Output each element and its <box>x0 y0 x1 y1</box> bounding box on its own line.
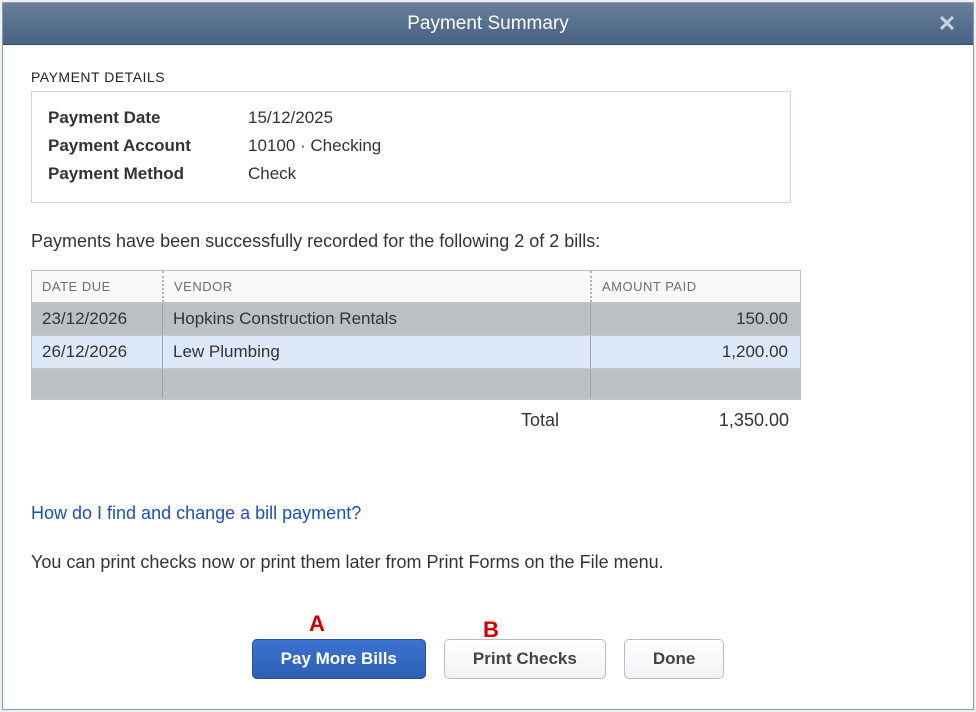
close-icon[interactable]: ✕ <box>937 14 957 34</box>
detail-label: Payment Method <box>48 164 248 184</box>
table-row-empty <box>32 369 800 399</box>
detail-value: 15/12/2025 <box>248 108 333 128</box>
print-checks-button[interactable]: Print Checks <box>444 639 606 679</box>
cell-vendor: Hopkins Construction Rentals <box>162 303 590 335</box>
payments-table: DATE DUE VENDOR AMOUNT PAID 23/12/2026 H… <box>31 270 801 400</box>
annotation-a: A <box>309 611 325 637</box>
cell-date: 26/12/2026 <box>32 336 162 368</box>
detail-value: 10100 · Checking <box>248 136 381 156</box>
cell-amount: 1,200.00 <box>590 336 800 368</box>
col-header-vendor: VENDOR <box>162 271 590 302</box>
window-title: Payment Summary <box>407 13 569 35</box>
help-link[interactable]: How do I find and change a bill payment? <box>31 503 361 524</box>
print-checks-note: You can print checks now or print them l… <box>31 552 945 573</box>
status-message: Payments have been successfully recorded… <box>31 231 945 252</box>
titlebar: Payment Summary ✕ <box>3 3 973 45</box>
detail-row-method: Payment Method Check <box>48 160 774 188</box>
table-row: 26/12/2026 Lew Plumbing 1,200.00 <box>32 336 800 369</box>
detail-row-account: Payment Account 10100 · Checking <box>48 132 774 160</box>
total-line: Total 1,350.00 <box>31 400 801 431</box>
table-header: DATE DUE VENDOR AMOUNT PAID <box>32 271 800 303</box>
button-row: Pay More Bills Print Checks Done <box>3 639 973 679</box>
done-button[interactable]: Done <box>624 639 725 679</box>
detail-row-date: Payment Date 15/12/2025 <box>48 104 774 132</box>
payment-details-label: PAYMENT DETAILS <box>31 69 945 85</box>
dialog-body: PAYMENT DETAILS Payment Date 15/12/2025 … <box>3 45 973 709</box>
detail-label: Payment Account <box>48 136 248 156</box>
pay-more-bills-button[interactable]: Pay More Bills <box>252 639 426 679</box>
total-value: 1,350.00 <box>719 410 789 431</box>
cell-date: 23/12/2026 <box>32 303 162 335</box>
cell-amount: 150.00 <box>590 303 800 335</box>
payment-details-box: Payment Date 15/12/2025 Payment Account … <box>31 91 791 203</box>
detail-value: Check <box>248 164 296 184</box>
cell-vendor: Lew Plumbing <box>162 336 590 368</box>
col-header-amount: AMOUNT PAID <box>590 271 800 302</box>
col-header-date-due: DATE DUE <box>32 271 162 302</box>
detail-label: Payment Date <box>48 108 248 128</box>
total-label: Total <box>521 410 559 431</box>
payment-summary-dialog: Payment Summary ✕ PAYMENT DETAILS Paymen… <box>2 2 974 710</box>
table-row: 23/12/2026 Hopkins Construction Rentals … <box>32 303 800 336</box>
